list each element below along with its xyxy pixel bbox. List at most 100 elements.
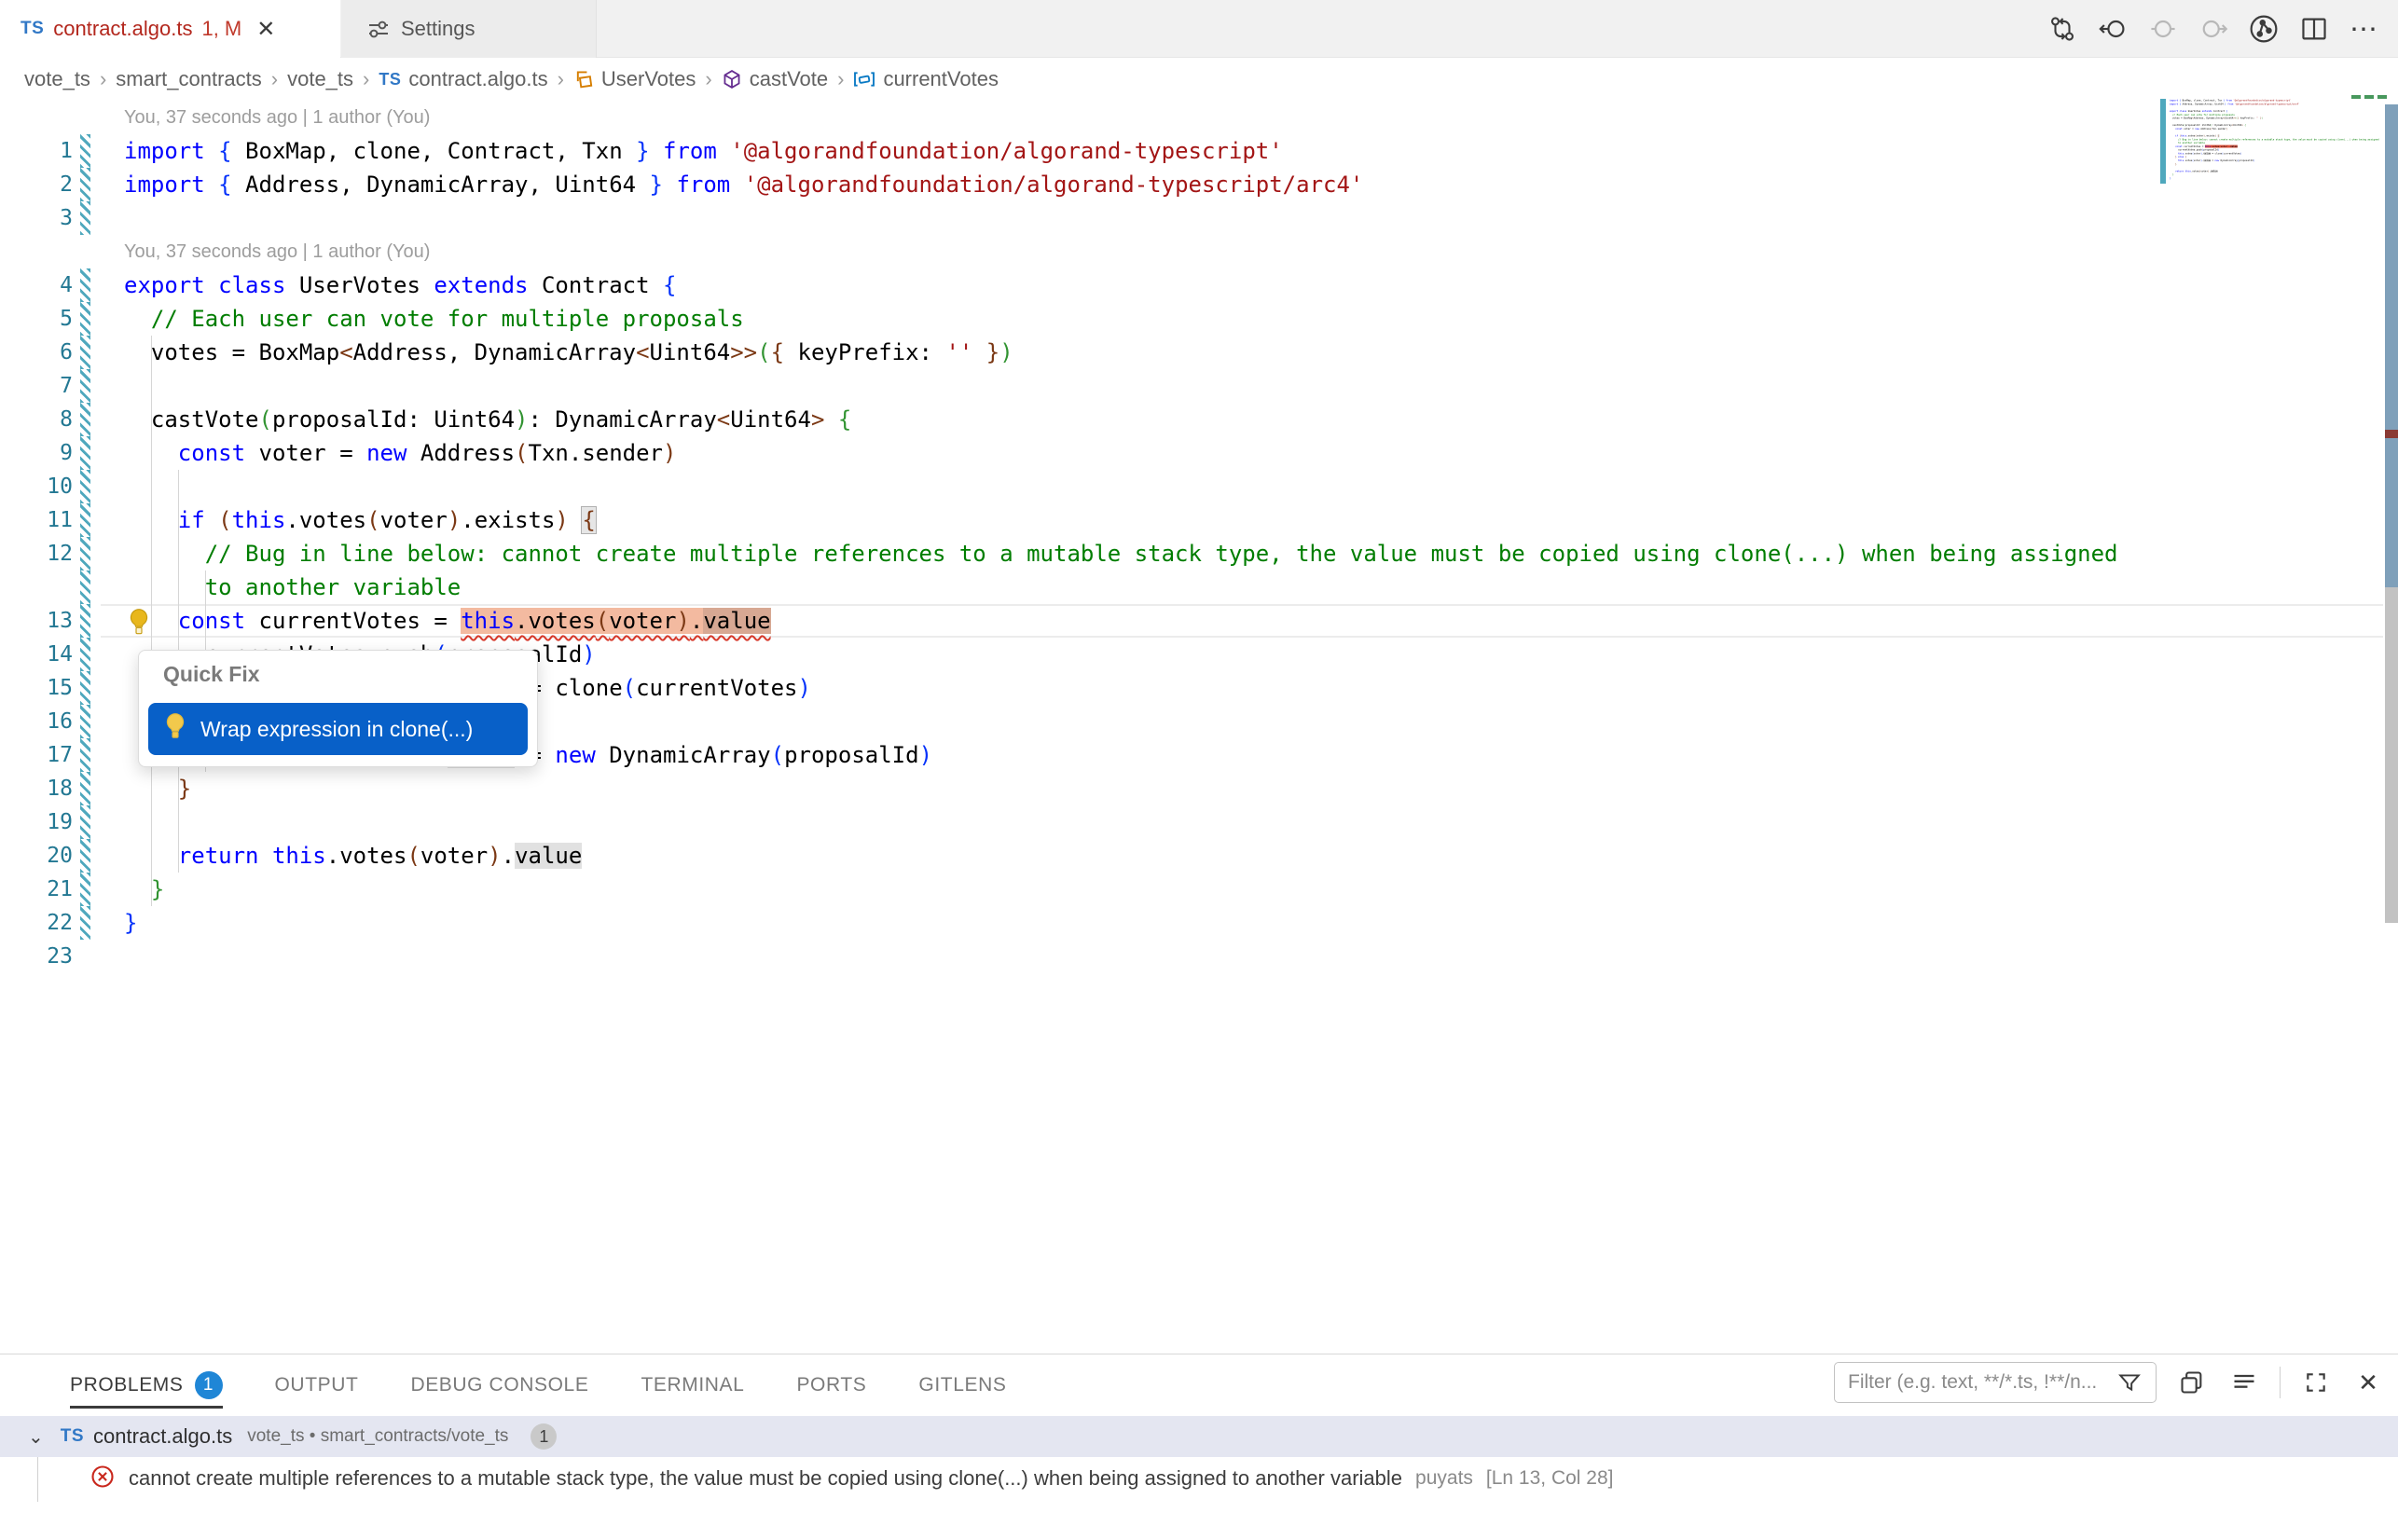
line-number[interactable]: 7 xyxy=(0,369,73,403)
code-line[interactable]: 6 votes = BoxMap<Address, DynamicArray<U… xyxy=(0,336,2398,369)
code-line[interactable]: 22} xyxy=(0,906,2398,940)
close-panel-icon[interactable]: ✕ xyxy=(2351,1366,2385,1399)
view-as-table-icon[interactable] xyxy=(2175,1366,2209,1399)
scrollbar-slider[interactable] xyxy=(2385,104,2398,587)
minimap[interactable]: import { BoxMap, clone, Contract, Txn } … xyxy=(2170,99,2384,248)
code-line[interactable]: 9 const voter = new Address(Txn.sender) xyxy=(0,436,2398,470)
problems-file-path: vote_ts • smart_contracts/vote_ts xyxy=(247,1426,508,1447)
code-line[interactable]: 3 xyxy=(0,201,2398,235)
line-number[interactable]: 15 xyxy=(0,671,73,705)
code-line[interactable]: 19 xyxy=(0,805,2398,839)
code-line[interactable]: 13 const currentVotes = this.votes(voter… xyxy=(0,604,2398,638)
breadcrumb-item-vote-ts[interactable]: vote_ts xyxy=(287,67,353,91)
code-line[interactable]: to another variable xyxy=(0,571,2398,604)
problems-filter-input[interactable] xyxy=(1848,1371,2113,1394)
line-number[interactable]: 22 xyxy=(0,906,73,940)
line-number[interactable]: 1 xyxy=(0,134,73,168)
code-line[interactable]: 12 // Bug in line below: cannot create m… xyxy=(0,537,2398,571)
problems-error-row[interactable]: cannot create multiple references to a m… xyxy=(0,1457,2398,1500)
breadcrumb-separator: › xyxy=(363,67,369,91)
next-change-icon-disabled[interactable] xyxy=(2195,10,2232,48)
tab-settings[interactable]: Settings xyxy=(341,0,597,58)
problems-filter-box[interactable] xyxy=(1834,1362,2157,1403)
code-line[interactable]: 7 xyxy=(0,369,2398,403)
overview-added-marker xyxy=(2364,95,2374,99)
breadcrumb-item-contract-algo-ts[interactable]: TScontract.algo.ts xyxy=(379,67,547,91)
quick-fix-action-wrap-in-clone[interactable]: Wrap expression in clone(...) xyxy=(148,703,528,755)
code-line[interactable]: 21 } xyxy=(0,873,2398,906)
panel-tab-problems[interactable]: PROBLEMS1 xyxy=(70,1354,223,1416)
gutter-diff-stripe xyxy=(80,671,90,705)
blame-annotation[interactable]: You, 37 seconds ago | 1 author (You) xyxy=(0,235,2398,268)
ts-file-icon: TS xyxy=(61,1426,84,1447)
line-number[interactable]: 18 xyxy=(0,772,73,805)
problems-count-badge: 1 xyxy=(531,1423,557,1450)
editor-scrollbar[interactable] xyxy=(2385,58,2398,1354)
code-line[interactable]: 20 return this.votes(voter).value xyxy=(0,839,2398,873)
error-icon xyxy=(90,1464,116,1494)
line-number[interactable]: 6 xyxy=(0,336,73,369)
line-number[interactable]: 21 xyxy=(0,873,73,906)
line-number[interactable]: 8 xyxy=(0,403,73,436)
tab-contract-algo-ts[interactable]: TS contract.algo.ts 1, M ✕ xyxy=(0,0,340,58)
code-line[interactable]: 2import { Address, DynamicArray, Uint64 … xyxy=(0,168,2398,201)
breadcrumb-item-uservotes[interactable]: UserVotes xyxy=(573,67,696,91)
code-line[interactable]: 4export class UserVotes extends Contract… xyxy=(0,268,2398,302)
panel-tab-ports[interactable]: PORTS xyxy=(796,1354,866,1416)
line-number[interactable]: 5 xyxy=(0,302,73,336)
breadcrumb-item-castvote[interactable]: castVote xyxy=(722,67,828,91)
code-line[interactable] xyxy=(2170,180,2384,184)
breadcrumb-separator: › xyxy=(705,67,711,91)
problems-file-row[interactable]: ⌄ TS contract.algo.ts vote_ts • smart_co… xyxy=(0,1416,2398,1457)
line-number[interactable]: 23 xyxy=(0,940,73,973)
diff-multiple-icon[interactable] xyxy=(2044,10,2081,48)
gitlens-graph-icon[interactable] xyxy=(2245,10,2282,48)
code-line[interactable]: 11 if (this.votes(voter).exists) { xyxy=(0,503,2398,537)
panel-tab-debug-console[interactable]: DEBUG CONSOLE xyxy=(410,1354,588,1416)
code-line[interactable]: 5 // Each user can vote for multiple pro… xyxy=(0,302,2398,336)
collapse-all-lines-icon[interactable] xyxy=(2227,1366,2261,1399)
prev-change-icon-disabled[interactable] xyxy=(2144,10,2182,48)
line-number[interactable]: 12 xyxy=(0,537,73,571)
overview-added-marker xyxy=(2351,95,2361,99)
code-line[interactable]: 1import { BoxMap, clone, Contract, Txn }… xyxy=(0,134,2398,168)
code-line[interactable]: 23 xyxy=(0,940,2398,973)
breadcrumb-item-currentvotes[interactable]: currentVotes xyxy=(853,67,999,91)
code-line[interactable]: 18 } xyxy=(0,772,2398,805)
breadcrumb-item-smart-contracts[interactable]: smart_contracts xyxy=(116,67,262,91)
chevron-down-icon[interactable]: ⌄ xyxy=(28,1425,44,1449)
panel-tab-terminal[interactable]: TERMINAL xyxy=(641,1354,744,1416)
line-number[interactable]: 10 xyxy=(0,470,73,503)
gutter-diff-stripe xyxy=(80,638,90,671)
line-number[interactable]: 11 xyxy=(0,503,73,537)
more-actions-icon[interactable]: ⋯ xyxy=(2346,10,2383,48)
blame-annotation[interactable]: You, 37 seconds ago | 1 author (You) xyxy=(0,101,2398,134)
breadcrumb: vote_ts›smart_contracts›vote_ts›TScontra… xyxy=(0,58,2398,101)
line-number[interactable]: 9 xyxy=(0,436,73,470)
line-number[interactable]: 14 xyxy=(0,638,73,671)
line-number[interactable]: 16 xyxy=(0,705,73,738)
line-number[interactable]: 3 xyxy=(0,201,73,235)
tab-problem-modified-decoration: 1, M xyxy=(201,17,241,41)
variable-symbol-icon xyxy=(853,69,875,89)
line-number[interactable]: 4 xyxy=(0,268,73,302)
line-number[interactable]: 2 xyxy=(0,168,73,201)
filter-funnel-icon[interactable] xyxy=(2113,1366,2146,1399)
line-number[interactable]: 13 xyxy=(0,604,73,638)
code-line[interactable]: 8 castVote(proposalId: Uint64): DynamicA… xyxy=(0,403,2398,436)
breadcrumb-item-vote-ts[interactable]: vote_ts xyxy=(24,67,90,91)
lightbulb-icon[interactable] xyxy=(127,604,158,638)
maximize-panel-icon[interactable] xyxy=(2299,1366,2333,1399)
go-back-circle-icon[interactable] xyxy=(2094,10,2131,48)
close-tab-icon[interactable]: ✕ xyxy=(256,16,275,43)
line-number[interactable]: 17 xyxy=(0,738,73,772)
split-editor-icon[interactable] xyxy=(2295,10,2333,48)
line-number[interactable]: 20 xyxy=(0,839,73,873)
panel-tab-gitlens[interactable]: GITLENS xyxy=(918,1354,1006,1416)
code-line[interactable]: 10 xyxy=(0,470,2398,503)
scrollbar-error-marker xyxy=(2385,430,2398,438)
code-text: const currentVotes = this.votes(voter).v… xyxy=(124,604,771,638)
settings-sliders-icon xyxy=(365,16,392,42)
line-number[interactable]: 19 xyxy=(0,805,73,839)
panel-tab-output[interactable]: OUTPUT xyxy=(275,1354,359,1416)
